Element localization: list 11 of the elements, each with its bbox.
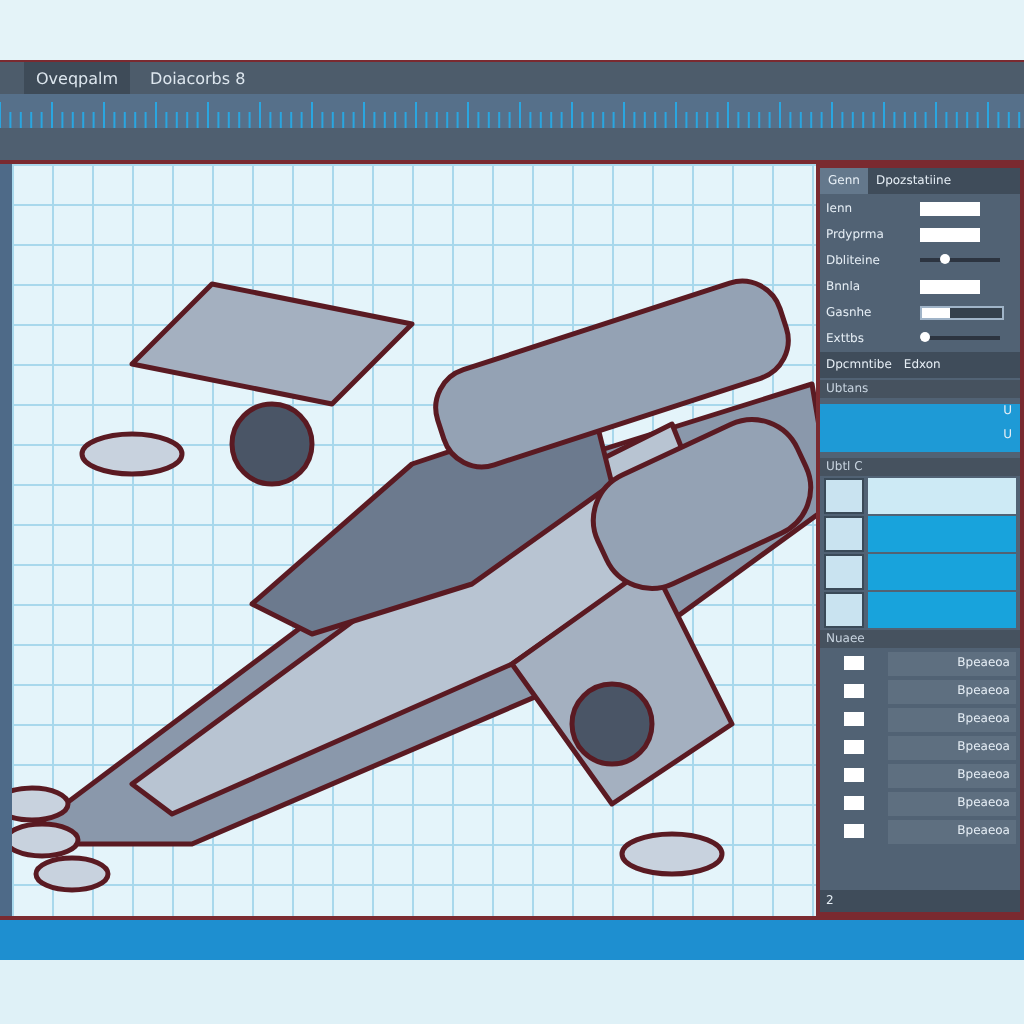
thumbnail-icon (824, 478, 864, 514)
slider-thumb[interactable] (940, 254, 950, 264)
thumbnail-icon (824, 592, 864, 628)
document-tab[interactable]: Oveqpalm (24, 62, 131, 94)
thumbnail-icon (824, 554, 864, 590)
slider-thumb[interactable] (920, 332, 930, 342)
document-tab[interactable]: Doiacorbs 8 (138, 62, 258, 94)
thumbnail-icon (824, 516, 864, 552)
property-field[interactable] (920, 201, 980, 215)
property-field[interactable] (920, 227, 980, 241)
property-field[interactable] (920, 279, 980, 293)
